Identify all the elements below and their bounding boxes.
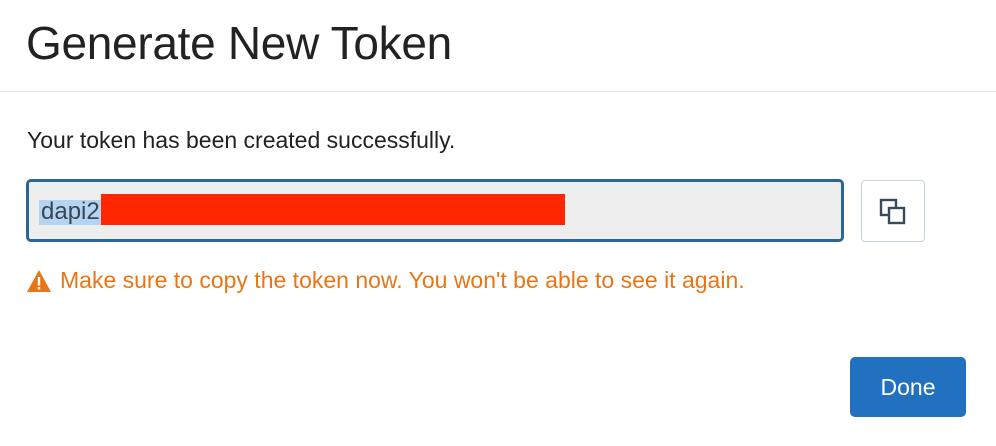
dialog-header: Generate New Token	[0, 0, 996, 92]
token-value[interactable]: dapi2	[41, 198, 100, 226]
dialog-title: Generate New Token	[26, 17, 452, 69]
token-field[interactable]: dapi2	[26, 179, 844, 242]
copy-token-button[interactable]	[861, 180, 925, 242]
warning-triangle-icon	[27, 269, 51, 292]
success-message: Your token has been created successfully…	[27, 127, 456, 153]
warning-text: Make sure to copy the token now. You won…	[60, 267, 745, 293]
copy-icon	[879, 198, 906, 225]
redaction-box	[101, 194, 565, 225]
done-button[interactable]: Done	[850, 357, 966, 417]
generate-token-dialog: Generate New Token Your token has been c…	[0, 0, 996, 446]
warning-message: Make sure to copy the token now. You won…	[26, 267, 745, 294]
